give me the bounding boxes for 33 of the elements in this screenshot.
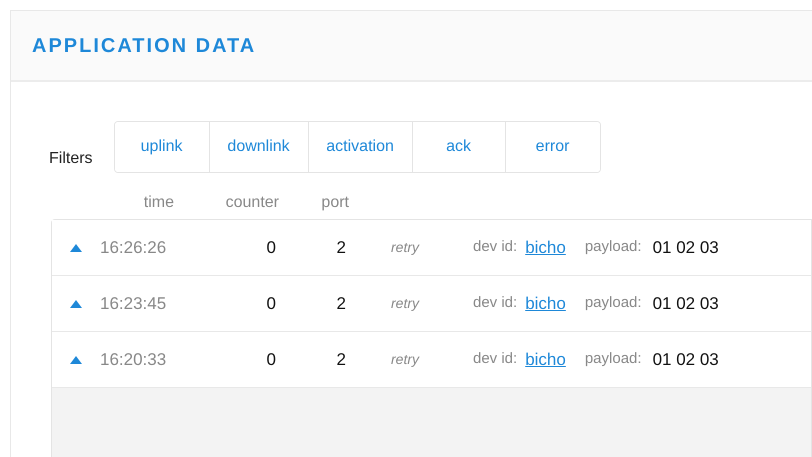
port-cell-text: 2 [336, 348, 346, 371]
dev-id-label: dev id: [473, 293, 518, 314]
payload-value: 01 02 03 [652, 292, 719, 315]
time-cell-text: 16:26:26 [100, 236, 168, 259]
retry-tag: retry [391, 237, 451, 258]
time-cell-text: 16:20:33 [100, 348, 168, 371]
retry-tag: retry [391, 293, 451, 314]
time-cell-text: 16:23:45 [100, 292, 168, 315]
up-triangle-icon [70, 356, 82, 364]
payload-value: 01 02 03 [652, 236, 719, 259]
section-title: APPLICATION DATA [32, 34, 256, 58]
retry-tag: retry [391, 349, 451, 370]
dev-id-link[interactable]: bicho [525, 290, 566, 316]
dev-id-label: dev id: [473, 349, 518, 370]
dev-id-link[interactable]: bicho [525, 234, 566, 260]
payload-label: payload: [584, 349, 642, 370]
filter-button[interactable]: error [504, 122, 600, 172]
up-triangle-icon [70, 244, 82, 252]
port-cell-text: 2 [336, 236, 346, 259]
dev-id-link[interactable]: bicho [525, 346, 566, 372]
filters-label: Filters [49, 149, 93, 169]
column-header: time [142, 193, 174, 213]
up-triangle-icon [70, 300, 82, 308]
counter-cell-text: 0 [266, 292, 276, 315]
counter-cell-text: 0 [266, 236, 276, 259]
counter-cell-text: 0 [266, 348, 276, 371]
payload-value: 01 02 03 [652, 348, 719, 371]
column-header: port [320, 193, 349, 213]
payload-label: payload: [584, 293, 642, 314]
column-header: counter [224, 193, 279, 213]
payload-label: payload: [584, 237, 642, 258]
dev-id-label: dev id: [473, 237, 518, 258]
port-cell-text: 2 [336, 292, 346, 315]
